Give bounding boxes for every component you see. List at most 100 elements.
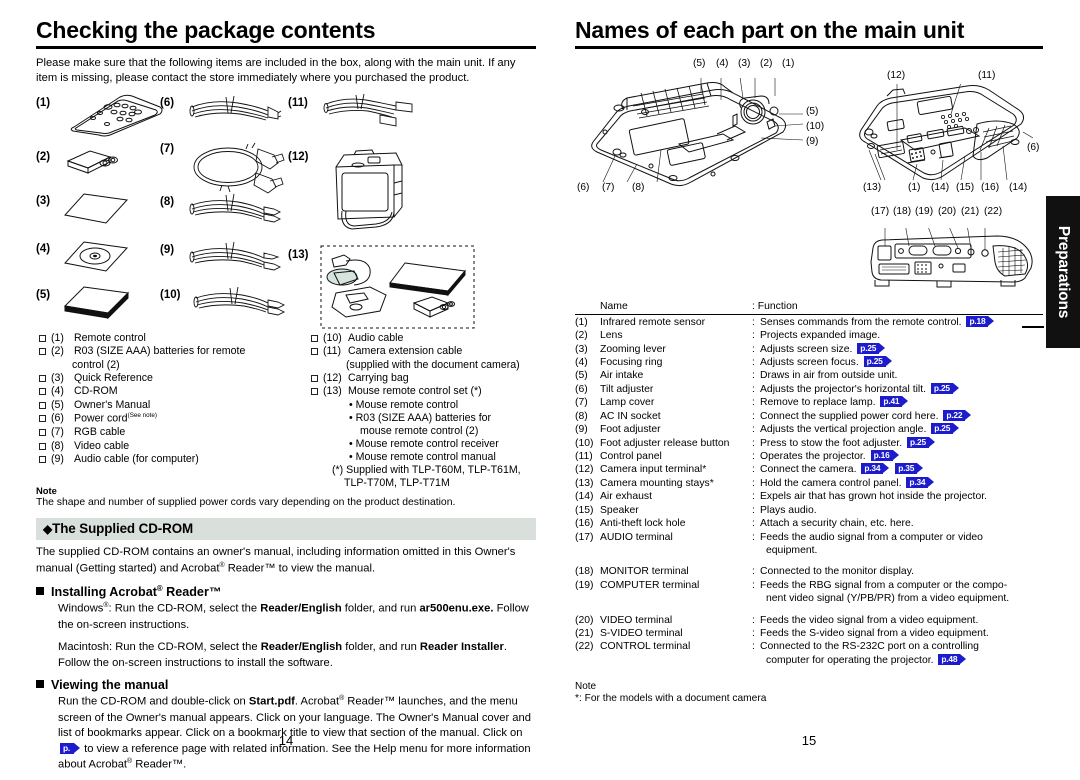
- table-header-function: : Function: [752, 300, 798, 312]
- macintosh-install-instructions: Macintosh: Run the CD-ROM, select the Re…: [58, 640, 536, 671]
- row-function-text: Connected to the monitor display.: [760, 566, 915, 578]
- checkbox-icon[interactable]: [311, 334, 318, 342]
- checklist-item[interactable]: (12) Carrying bag: [308, 372, 540, 385]
- row-number: (1): [575, 316, 588, 328]
- checklist-item-number: (11): [323, 345, 342, 358]
- checklist-item[interactable]: (2) R03 (SIZE AAA) batteries for remote: [36, 345, 304, 358]
- row-function: : Plays audio.: [752, 504, 817, 516]
- checklist-item[interactable]: (6) Power cord(See note): [36, 412, 304, 426]
- row-name: Camera input terminal*: [600, 464, 707, 476]
- row-number: (11): [575, 450, 593, 462]
- row-number: (7): [575, 397, 588, 409]
- page-reference-badge[interactable]: p.25: [930, 382, 959, 394]
- checklist-item[interactable]: (13) Mouse remote control set (*): [308, 385, 540, 398]
- checklist-item[interactable]: (1) Remote control: [36, 332, 304, 345]
- page-reference-badge[interactable]: p.48: [938, 653, 967, 665]
- right-title-rule: [575, 45, 1043, 49]
- checkbox-icon[interactable]: [311, 388, 318, 396]
- row-name: AUDIO terminal: [600, 531, 673, 543]
- registered-mark: ®: [156, 584, 163, 594]
- checkbox-icon[interactable]: [311, 374, 318, 382]
- mouse-set-bullet: • Mouse remote control receiver: [349, 437, 499, 450]
- page-reference-badge[interactable]: p.25: [863, 356, 892, 368]
- checklist-item-label: CD-ROM: [74, 385, 118, 398]
- row-function-text: Feeds the video signal from a video equi…: [760, 614, 979, 626]
- checklist-item-label: Mouse remote control set (*): [348, 385, 482, 398]
- page-reference-badge[interactable]: p.18: [966, 315, 995, 327]
- package-item-3-number: (3): [36, 194, 51, 207]
- callout-20: (20): [938, 205, 957, 217]
- table-row: (19) COMPUTER terminal: Feeds the RBG sign…: [575, 579, 1043, 592]
- callout-21: (21): [961, 205, 980, 217]
- checkbox-icon[interactable]: [39, 442, 46, 450]
- callout-1: (1): [782, 57, 795, 69]
- row-name: VIDEO terminal: [600, 614, 673, 626]
- package-item-13-number: (13): [288, 248, 309, 261]
- page-reference-badge[interactable]: p.35: [895, 463, 924, 475]
- callout-9: (9): [806, 135, 819, 147]
- checklist-item-label: Camera extension cable: [348, 345, 463, 358]
- page-reference-badge[interactable]: p.22: [943, 409, 972, 421]
- checkbox-icon[interactable]: [39, 388, 46, 396]
- checklist-item[interactable]: (5) Owner's Manual: [36, 399, 304, 412]
- projector-front-bottom-diagram: [575, 77, 825, 198]
- checkbox-icon[interactable]: [39, 456, 46, 464]
- callout-15: (15): [956, 181, 975, 193]
- page-reference-badge[interactable]: p.25: [906, 436, 935, 448]
- reader-english-folder: Reader/English: [260, 602, 342, 615]
- side-tab-preparations[interactable]: Preparations: [1046, 196, 1080, 348]
- checklist-item-number: (8): [51, 439, 64, 452]
- row-function-text: Press to stow the foot adjuster.: [760, 437, 903, 449]
- installer-bold: Installer: [460, 641, 504, 654]
- row-number: (5): [575, 370, 588, 382]
- package-item-4-number: (4): [36, 242, 51, 255]
- checkbox-icon[interactable]: [311, 348, 318, 356]
- checkbox-icon[interactable]: [39, 415, 46, 423]
- checkbox-icon[interactable]: [39, 334, 46, 342]
- checklist-item[interactable]: (9) Audio cable (for computer): [36, 453, 304, 466]
- windows-instr-a: : Run the CD-ROM, select the: [108, 602, 261, 615]
- header-spacer: [575, 301, 600, 312]
- page-reference-badge[interactable]: p.34: [861, 463, 890, 475]
- checklist-item-number: (3): [51, 371, 64, 384]
- batteries-illustration: [62, 147, 122, 177]
- diamond-bullet-icon: ◆: [43, 522, 53, 537]
- checklist-item[interactable]: (11) Camera extension cable: [308, 345, 540, 358]
- checklist-item[interactable]: (3) Quick Reference: [36, 372, 304, 385]
- callout-12: (12): [887, 69, 906, 81]
- callout-10: (10): [806, 120, 825, 132]
- row-function: : Remove to replace lamp. p.41: [752, 396, 1043, 409]
- windows-label: Windows: [58, 602, 104, 615]
- checkbox-icon[interactable]: [39, 429, 46, 437]
- checklist-item[interactable]: (7) RGB cable: [36, 426, 304, 439]
- row-name: AC IN socket: [600, 410, 661, 422]
- checkbox-icon[interactable]: [39, 401, 46, 409]
- row-function-text: Adjusts screen size.: [760, 343, 853, 355]
- row-function-text: Feeds the audio signal from a computer o…: [760, 531, 983, 543]
- row-function: : Press to stow the foot adjuster. p.25: [752, 436, 1043, 450]
- callout-14-b: (14): [1009, 181, 1028, 193]
- page-reference-badge[interactable]: p.25: [931, 423, 960, 435]
- row-function: : Operates the projector. p.16: [752, 449, 1043, 463]
- callout-13: (13): [863, 181, 882, 193]
- row-function-text: Expels air that has grown hot inside the…: [760, 491, 987, 503]
- callout-1-right: (1): [908, 181, 921, 193]
- row-name: Speaker: [600, 504, 639, 516]
- table-row-continuation: computer for operating the projector. p.…: [575, 653, 1043, 667]
- checklist-item[interactable]: (10) Audio cable: [308, 332, 540, 345]
- checklist-item[interactable]: (4) CD-ROM: [36, 385, 304, 398]
- checklist-item[interactable]: (8) Video cable: [36, 440, 304, 453]
- callout-8: (8): [632, 181, 645, 193]
- page-reference-badge[interactable]: p.16: [870, 449, 899, 461]
- row-function: : Attach a security chain, etc. here.: [752, 518, 914, 530]
- mouse-set-bullet-continuation: mouse remote control (2): [360, 424, 479, 437]
- checkbox-icon[interactable]: [39, 374, 46, 382]
- callout-3: (3): [738, 57, 751, 69]
- page-reference-badge[interactable]: p.25: [857, 342, 886, 354]
- page-reference-badge[interactable]: p.41: [880, 396, 909, 408]
- row-number: (8): [575, 410, 588, 422]
- page-reference-badge[interactable]: p.34: [906, 476, 935, 488]
- checklist-item-label: Owner's Manual: [74, 398, 151, 411]
- square-bullet-icon: [36, 587, 44, 596]
- checkbox-icon[interactable]: [39, 348, 46, 356]
